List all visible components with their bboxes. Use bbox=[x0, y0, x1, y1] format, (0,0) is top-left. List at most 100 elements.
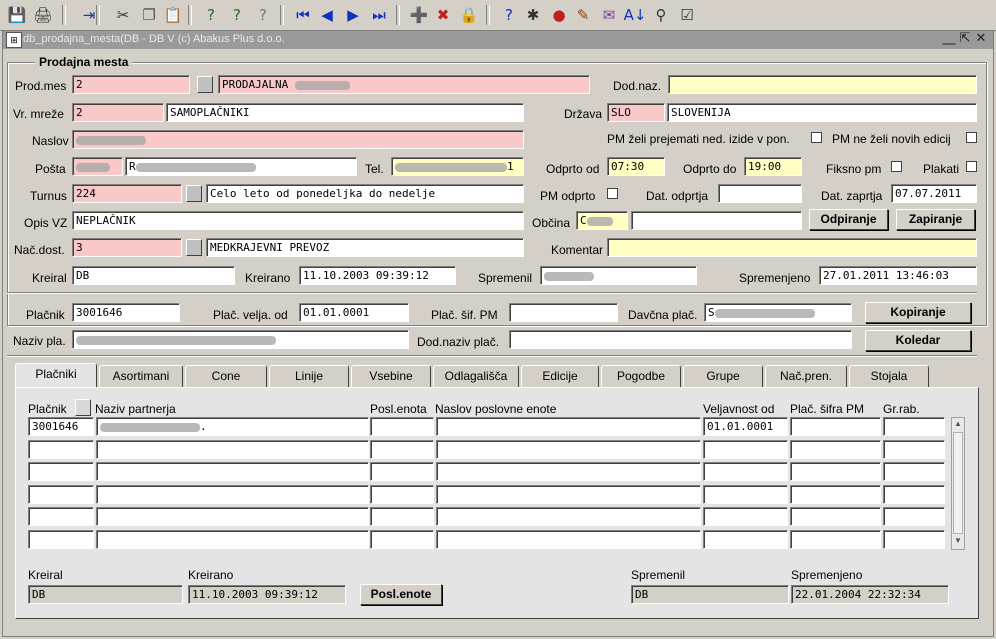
plac-velja-field[interactable]: 01.01.0001 bbox=[299, 303, 409, 322]
grid-cell-naziv[interactable] bbox=[96, 462, 369, 481]
turnus-field[interactable]: 224 bbox=[72, 184, 182, 203]
pm-odprto-checkbox[interactable] bbox=[607, 188, 618, 199]
drzava-code-field[interactable]: SLO bbox=[607, 103, 665, 122]
note-icon[interactable]: ☑ bbox=[676, 4, 698, 26]
grid-scrollbar[interactable]: ▲ ▼ bbox=[951, 417, 965, 550]
previous-record-icon[interactable]: ◀ bbox=[316, 4, 338, 26]
odprto-do-field[interactable]: 19:00 bbox=[744, 157, 802, 176]
debug-icon[interactable]: ✱ bbox=[522, 4, 544, 26]
prod-mes-field[interactable]: 2 bbox=[72, 75, 190, 94]
koledar-button[interactable]: Koledar bbox=[865, 330, 971, 351]
minimize-button[interactable]: ⎽ bbox=[941, 31, 957, 47]
grid-cell-placnik[interactable]: 3001646 bbox=[28, 417, 94, 436]
tab-8[interactable]: Pogodbe bbox=[601, 365, 681, 387]
komentar-field[interactable] bbox=[607, 238, 977, 257]
grid-cell-plac-sifra[interactable] bbox=[790, 507, 881, 526]
tab-10[interactable]: Nač.pren. bbox=[765, 365, 847, 387]
plakati-checkbox[interactable] bbox=[966, 161, 977, 172]
grid-cell-veljavnost[interactable] bbox=[703, 462, 788, 481]
dod-naz-field[interactable] bbox=[668, 75, 977, 94]
help-icon[interactable]: ? bbox=[498, 4, 520, 26]
tab-6[interactable]: Odlagališča bbox=[433, 365, 519, 387]
prod-mes-name-field[interactable]: PRODAJALNA bbox=[218, 75, 590, 94]
grid-cell-veljavnost[interactable] bbox=[703, 507, 788, 526]
filter-icon[interactable]: ⚲ bbox=[650, 4, 672, 26]
odprto-od-field[interactable]: 07:30 bbox=[607, 157, 665, 176]
delete-record-icon[interactable]: ✖ bbox=[432, 4, 454, 26]
tab-1[interactable]: Plačniki bbox=[15, 363, 97, 387]
grid-cell-gr-rab[interactable] bbox=[883, 507, 945, 526]
grid-cell-gr-rab[interactable] bbox=[883, 440, 945, 459]
edit-icon[interactable]: ✉ bbox=[598, 4, 620, 26]
plac-sif-field[interactable] bbox=[509, 303, 618, 322]
grid-cell-naslov[interactable] bbox=[436, 440, 701, 459]
grid-cell-naziv[interactable] bbox=[96, 440, 369, 459]
placnik-lov-button[interactable] bbox=[75, 399, 91, 416]
sort-icon[interactable]: A↓ bbox=[624, 4, 647, 26]
grid-cell-posl-enota[interactable] bbox=[370, 530, 434, 549]
tab-3[interactable]: Cone bbox=[185, 365, 267, 387]
scroll-thumb[interactable] bbox=[953, 432, 963, 534]
turnus-lov-button[interactable] bbox=[186, 185, 202, 202]
first-record-icon[interactable]: ⏮ bbox=[292, 4, 314, 26]
grid-cell-naslov[interactable] bbox=[436, 485, 701, 504]
copy-icon[interactable]: ❐ bbox=[138, 4, 160, 26]
cancel-query-icon[interactable]: ? bbox=[252, 4, 274, 26]
grid-cell-gr-rab[interactable] bbox=[883, 485, 945, 504]
grid-cell-posl-enota[interactable] bbox=[370, 485, 434, 504]
davcna-field[interactable]: S bbox=[704, 303, 852, 322]
nac-dost-lov-button[interactable] bbox=[186, 239, 202, 256]
next-record-icon[interactable]: ▶ bbox=[342, 4, 364, 26]
grid-cell-plac-sifra[interactable] bbox=[790, 530, 881, 549]
pm-prejemati-checkbox[interactable] bbox=[811, 132, 822, 143]
grid-cell-plac-sifra[interactable] bbox=[790, 462, 881, 481]
grid-cell-placnik[interactable] bbox=[28, 507, 94, 526]
posta-name-field[interactable]: R bbox=[125, 157, 357, 176]
tab-5[interactable]: Vsebine bbox=[351, 365, 431, 387]
grid-cell-naziv[interactable]: . bbox=[96, 417, 369, 436]
grid-cell-gr-rab[interactable] bbox=[883, 530, 945, 549]
grid-cell-naslov[interactable] bbox=[436, 417, 701, 436]
grid-cell-veljavnost[interactable] bbox=[703, 440, 788, 459]
tab-7[interactable]: Edicije bbox=[521, 365, 599, 387]
zapiranje-button[interactable]: Zapiranje bbox=[896, 209, 975, 230]
naziv-pla-field[interactable] bbox=[72, 330, 409, 349]
grid-cell-posl-enota[interactable] bbox=[370, 462, 434, 481]
obcina-code-field[interactable]: C bbox=[576, 211, 628, 230]
scroll-up-icon[interactable]: ▲ bbox=[953, 419, 963, 431]
opis-vz-field[interactable]: NEPLAČNIK bbox=[72, 211, 524, 230]
grid-cell-posl-enota[interactable] bbox=[370, 440, 434, 459]
grid-cell-naziv[interactable] bbox=[96, 507, 369, 526]
grid-cell-naziv[interactable] bbox=[96, 530, 369, 549]
grid-cell-veljavnost[interactable] bbox=[703, 485, 788, 504]
grid-cell-naslov[interactable] bbox=[436, 507, 701, 526]
paste-icon[interactable]: 📋 bbox=[162, 4, 184, 26]
dat-zaprtja-field[interactable]: 07.07.2011 bbox=[891, 184, 977, 203]
obcina-name-field[interactable] bbox=[631, 211, 802, 230]
dod-naziv-field[interactable] bbox=[509, 330, 852, 349]
last-record-icon[interactable]: ⏭ bbox=[368, 4, 390, 26]
placnik-field[interactable]: 3001646 bbox=[72, 303, 180, 322]
grid-cell-plac-sifra[interactable] bbox=[790, 485, 881, 504]
grid-cell-gr-rab[interactable] bbox=[883, 462, 945, 481]
scroll-down-icon[interactable]: ▼ bbox=[953, 536, 963, 548]
grid-cell-veljavnost[interactable]: 01.01.0001 bbox=[703, 417, 788, 436]
tab-2[interactable]: Asortimani bbox=[99, 365, 183, 387]
grid-cell-placnik[interactable] bbox=[28, 530, 94, 549]
tab-11[interactable]: Stojala bbox=[849, 365, 929, 387]
grid-cell-veljavnost[interactable] bbox=[703, 530, 788, 549]
grid-cell-naslov[interactable] bbox=[436, 530, 701, 549]
save-icon[interactable]: 💾 bbox=[6, 4, 28, 26]
insert-record-icon[interactable]: ➕ bbox=[408, 4, 430, 26]
fiksno-pm-checkbox[interactable] bbox=[891, 161, 902, 172]
turnus-name-field[interactable]: Celo leto od ponedeljka do nedelje bbox=[206, 184, 524, 203]
lock-record-icon[interactable]: 🔒 bbox=[458, 4, 480, 26]
restore-button[interactable]: ⇱ bbox=[957, 31, 973, 47]
grid-cell-placnik[interactable] bbox=[28, 485, 94, 504]
grid-cell-placnik[interactable] bbox=[28, 440, 94, 459]
vr-mreze-field[interactable]: 2 bbox=[72, 103, 164, 122]
kopiranje-button[interactable]: Kopiranje bbox=[865, 302, 971, 323]
tab-9[interactable]: Grupe bbox=[683, 365, 763, 387]
nac-dost-name-field[interactable]: MEDKRAJEVNI PREVOZ bbox=[206, 238, 524, 257]
naslov-field[interactable] bbox=[72, 130, 524, 149]
